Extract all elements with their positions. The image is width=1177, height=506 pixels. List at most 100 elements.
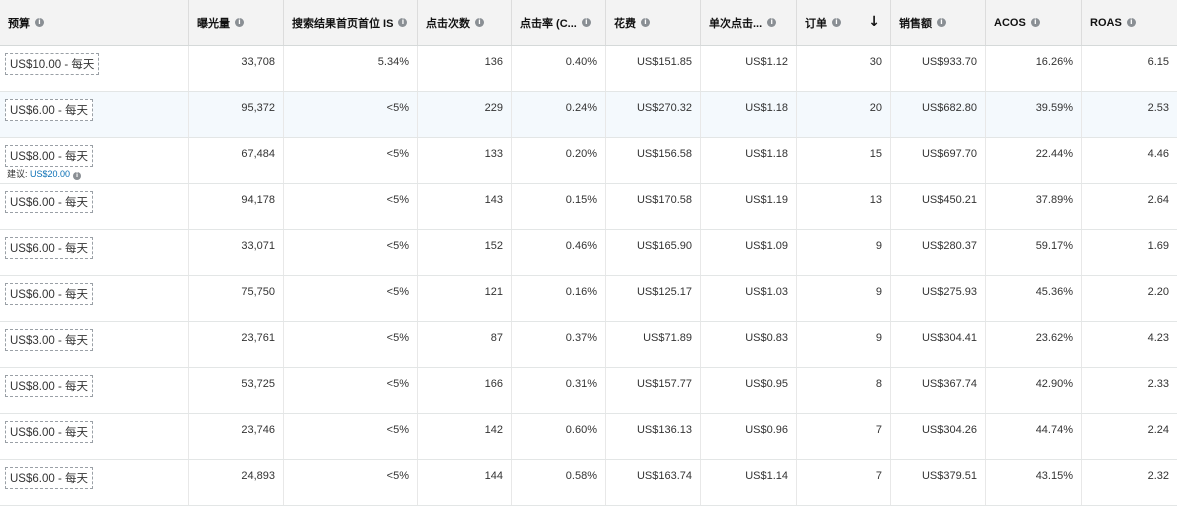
ctr-cell: 0.60% (512, 414, 606, 459)
ctr-cell: 0.31% (512, 368, 606, 413)
roas-cell: 2.33 (1147, 378, 1169, 390)
table-row[interactable]: US$3.00 - 每天 23,761 <5% 87 0.37% US$71.89 US$0… (0, 322, 1177, 368)
cpc-cell: US$1.03 (701, 276, 797, 321)
info-icon[interactable]: i (767, 18, 777, 27)
info-icon[interactable]: i (641, 18, 650, 27)
column-header-clicks[interactable]: 点击次数 i (418, 0, 512, 45)
budget-cell: US$8.00 - 每天建议: US$20.00 i (0, 138, 189, 183)
info-icon[interactable]: i (398, 18, 408, 27)
info-icon[interactable]: i (475, 18, 484, 27)
acos-cell: 59.17% (986, 230, 1082, 275)
roas-cell: 2.64 (1147, 194, 1169, 206)
info-icon[interactable]: i (832, 18, 841, 27)
budget-edit-field[interactable]: US$3.00 - 每天 (5, 329, 93, 351)
table-body: US$10.00 - 每天 33,708 5.34% 136 0.40% US$151.8… (0, 46, 1177, 506)
top-is-cell: <5% (284, 414, 418, 459)
info-icon[interactable]: i (35, 18, 44, 27)
column-header-cpc[interactable]: 单次点击... i (701, 0, 797, 45)
suggestion-label: 建议: (7, 169, 28, 179)
ctr-cell: 0.20% (512, 138, 606, 183)
cpc-cell: US$0.95 (701, 368, 797, 413)
budget-cell: US$6.00 - 每天 (0, 276, 189, 321)
column-header-roas[interactable]: ROAS i (1082, 0, 1177, 45)
orders-cell: 7 (797, 414, 891, 459)
column-header-spend[interactable]: 花费 i (606, 0, 701, 45)
top-is-cell: <5% (284, 92, 418, 137)
top-is-cell: <5% (284, 138, 418, 183)
spend-cell: US$165.90 (606, 230, 701, 275)
orders-cell: 8 (797, 368, 891, 413)
sales-cell: US$275.93 (891, 276, 986, 321)
ctr-cell: 0.46% (512, 230, 606, 275)
clicks-cell: 136 (418, 46, 512, 91)
budget-cell: US$6.00 - 每天 (0, 230, 189, 275)
spend-cell: US$170.58 (606, 184, 701, 229)
column-header-acos[interactable]: ACOS i (986, 0, 1082, 45)
column-header-top_is[interactable]: 搜索结果首页首位 IS i (284, 0, 418, 45)
spend-cell: US$136.13 (606, 414, 701, 459)
clicks-cell: 121 (418, 276, 512, 321)
cpc-cell: US$1.18 (701, 138, 797, 183)
campaign-table: 预算 i 曝光量 i 搜索结果首页首位 IS i 点击次数 i 点击率 (C... i 花费 i 单次点… (0, 0, 1177, 506)
orders-cell: 13 (797, 184, 891, 229)
column-header-orders[interactable]: 订单 i ↓ (797, 0, 891, 45)
roas-cell: 4.23 (1147, 332, 1169, 344)
top-is-cell: <5% (284, 276, 418, 321)
roas-cell: 6.15 (1147, 56, 1169, 68)
column-header-sales[interactable]: 销售额 i (891, 0, 986, 45)
spend-cell: US$156.58 (606, 138, 701, 183)
cpc-cell: US$1.09 (701, 230, 797, 275)
orders-cell: 20 (797, 92, 891, 137)
info-icon[interactable]: i (1030, 18, 1040, 27)
table-row[interactable]: US$6.00 - 每天 23,746 <5% 142 0.60% US$136.13 US… (0, 414, 1177, 460)
budget-cell: US$6.00 - 每天 (0, 460, 189, 505)
budget-edit-field[interactable]: US$6.00 - 每天 (5, 191, 93, 213)
budget-edit-field[interactable]: US$8.00 - 每天 (5, 375, 93, 397)
sort-descending-icon[interactable]: ↓ (868, 14, 880, 30)
table-row[interactable]: US$8.00 - 每天 53,725 <5% 166 0.31% US$157.77 US… (0, 368, 1177, 414)
table-row[interactable]: US$8.00 - 每天 建议: US$20.00 i 67,484 <5% 133 0.2… (0, 138, 1177, 184)
impressions-cell: 53,725 (189, 368, 284, 413)
roas-cell: 2.53 (1147, 102, 1169, 114)
column-header-ctr[interactable]: 点击率 (C... i (512, 0, 606, 45)
budget-edit-field[interactable]: US$6.00 - 每天 (5, 421, 93, 443)
spend-cell: US$151.85 (606, 46, 701, 91)
table-row[interactable]: US$10.00 - 每天 33,708 5.34% 136 0.40% US$151.8… (0, 46, 1177, 92)
budget-edit-field[interactable]: US$6.00 - 每天 (5, 99, 93, 121)
ctr-cell: 0.37% (512, 322, 606, 367)
suggested-budget-link[interactable]: US$20.00 (30, 169, 70, 179)
table-row[interactable]: US$6.00 - 每天 95,372 <5% 229 0.24% US$270.32 US… (0, 92, 1177, 138)
budget-edit-field[interactable]: US$10.00 - 每天 (5, 53, 100, 75)
orders-cell: 9 (797, 230, 891, 275)
budget-edit-field[interactable]: US$6.00 - 每天 (5, 237, 93, 259)
ctr-cell: 0.40% (512, 46, 606, 91)
spend-cell: US$270.32 (606, 92, 701, 137)
column-header-impressions[interactable]: 曝光量 i (189, 0, 284, 45)
cpc-cell: US$1.12 (701, 46, 797, 91)
roas-cell: 1.69 (1147, 240, 1169, 252)
spend-cell: US$71.89 (606, 322, 701, 367)
top-is-cell: <5% (284, 368, 418, 413)
info-icon[interactable]: i (1126, 18, 1136, 27)
column-header-label: ROAS (1090, 16, 1122, 29)
info-icon[interactable]: i (581, 18, 591, 27)
roas-cell: 2.32 (1147, 470, 1169, 482)
column-header-budget[interactable]: 预算 i (0, 0, 189, 45)
cpc-cell: US$0.96 (701, 414, 797, 459)
orders-cell: 30 (797, 46, 891, 91)
budget-edit-field[interactable]: US$8.00 - 每天 (5, 145, 93, 167)
info-icon[interactable]: i (937, 18, 946, 27)
budget-edit-field[interactable]: US$6.00 - 每天 (5, 467, 93, 489)
table-row[interactable]: US$6.00 - 每天 33,071 <5% 152 0.46% US$165.90 US… (0, 230, 1177, 276)
table-row[interactable]: US$6.00 - 每天 24,893 <5% 144 0.58% US$163.74 US… (0, 460, 1177, 506)
table-row[interactable]: US$6.00 - 每天 94,178 <5% 143 0.15% US$170.58 US… (0, 184, 1177, 230)
impressions-cell: 33,708 (189, 46, 284, 91)
top-is-cell: 5.34% (284, 46, 418, 91)
orders-cell: 7 (797, 460, 891, 505)
ctr-cell: 0.15% (512, 184, 606, 229)
budget-edit-field[interactable]: US$6.00 - 每天 (5, 283, 93, 305)
info-icon[interactable]: i (73, 172, 82, 180)
info-icon[interactable]: i (235, 18, 244, 27)
impressions-cell: 67,484 (189, 138, 284, 183)
table-row[interactable]: US$6.00 - 每天 75,750 <5% 121 0.16% US$125.17 US… (0, 276, 1177, 322)
